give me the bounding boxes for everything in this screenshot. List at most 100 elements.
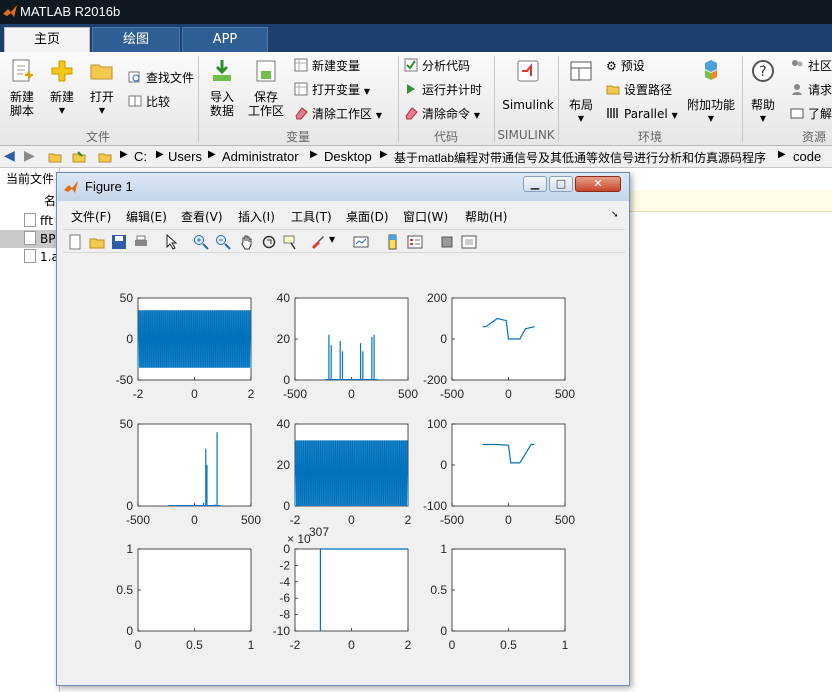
- path-segment[interactable]: Administrator: [222, 149, 299, 164]
- y-tick-label: 0: [126, 332, 133, 346]
- path-segment[interactable]: 基于matlab编程对带通信号及其低通等效信号进行分析和仿真源码程序: [394, 149, 766, 166]
- save-workspace-button[interactable]: 保存 工作区: [244, 58, 288, 118]
- matlab-logo-icon: [64, 181, 78, 193]
- community-button[interactable]: 社区: [790, 58, 832, 74]
- y-tick-label: 0: [283, 499, 290, 513]
- parallel-button[interactable]: Parallel ▼: [606, 106, 678, 124]
- colorbar-icon[interactable]: [385, 234, 401, 250]
- column-header-name[interactable]: 名: [44, 192, 56, 209]
- eraser-icon: [295, 107, 308, 120]
- parallel-label: Parallel: [624, 107, 668, 121]
- tab-home[interactable]: 主页: [4, 27, 90, 52]
- ribbon-separator: [398, 56, 399, 142]
- pan-hand-icon[interactable]: [239, 234, 255, 250]
- compare-button[interactable]: 比较: [128, 94, 170, 110]
- maximize-button[interactable]: □: [549, 176, 573, 192]
- print-icon[interactable]: [133, 234, 149, 250]
- preferences-button[interactable]: ⚙ 预设: [606, 58, 645, 74]
- new-figure-icon[interactable]: [67, 234, 83, 250]
- axes-6: [451, 423, 566, 507]
- y-tick-label: -2: [279, 558, 290, 572]
- close-button[interactable]: ✕: [575, 176, 621, 192]
- data-cursor-icon[interactable]: [283, 234, 299, 250]
- file-row[interactable]: 1.a: [0, 248, 60, 266]
- open-button[interactable]: 打开 ▼: [84, 58, 120, 118]
- request-support-button[interactable]: 请求: [790, 82, 832, 98]
- y-tick-label: -10: [273, 624, 291, 638]
- hide-plot-tools-icon[interactable]: [439, 234, 455, 250]
- app-titlebar: MATLAB R2016b: [0, 0, 832, 24]
- chevron-down-icon: ▼: [671, 111, 678, 120]
- zoom-out-icon[interactable]: [215, 234, 231, 250]
- subplot-grid[interactable]: -2 0 2-50050-500 0 50002040-500 0 500-2000200-…: [63, 255, 625, 681]
- menu-insert[interactable]: 插入(I): [238, 208, 275, 225]
- layout-button[interactable]: 布局 ▼: [564, 58, 598, 126]
- file-row[interactable]: BP: [0, 230, 60, 248]
- support-icon: [792, 84, 802, 95]
- minimize-button[interactable]: ▁: [523, 176, 547, 192]
- figure-menubar: 文件(F) 编辑(E) 查看(V) 插入(I) 工具(T) 桌面(D) 窗口(W…: [63, 205, 625, 227]
- simulink-button[interactable]: Simulink: [500, 58, 556, 112]
- axis-multiplier: × 10: [287, 532, 311, 546]
- figure-titlebar[interactable]: Figure 1 ▁ □ ✕: [57, 173, 629, 201]
- run-and-time-button[interactable]: 运行并计时: [404, 82, 482, 98]
- path-segment[interactable]: code: [793, 149, 821, 164]
- new-button[interactable]: 新建 ▼: [44, 58, 80, 118]
- series-fill: [296, 440, 407, 506]
- clear-workspace-button[interactable]: 清除工作区 ▼: [294, 106, 382, 124]
- y-tick-label: 0: [440, 332, 447, 346]
- menu-tools[interactable]: 工具(T): [291, 208, 332, 225]
- rotate-3d-icon[interactable]: [261, 234, 277, 250]
- close-icon: ✕: [593, 177, 603, 190]
- save-icon[interactable]: [111, 234, 127, 250]
- menu-desktop[interactable]: 桌面(D): [346, 208, 389, 225]
- open-file-icon[interactable]: [89, 234, 105, 250]
- tab-plots[interactable]: 绘图: [92, 27, 180, 52]
- add-ons-button[interactable]: 附加功能 ▼: [686, 58, 736, 126]
- open-variable-label: 打开变量: [312, 83, 361, 97]
- show-plot-tools-icon[interactable]: [461, 234, 477, 250]
- back-arrow-icon[interactable]: ◀: [4, 148, 15, 164]
- analyze-code-button[interactable]: 分析代码: [404, 58, 470, 74]
- legend-icon[interactable]: [407, 234, 423, 250]
- set-path-button[interactable]: 设置路径: [606, 82, 672, 98]
- browse-folder-icon[interactable]: [72, 150, 86, 164]
- path-separator-icon: ▶: [778, 149, 786, 160]
- menu-help[interactable]: 帮助(H): [465, 208, 507, 225]
- import-data-button[interactable]: 导入 数据: [204, 58, 240, 118]
- link-plot-icon[interactable]: [353, 234, 369, 250]
- zoom-in-icon[interactable]: [193, 234, 209, 250]
- learn-matlab-button[interactable]: 了解: [790, 106, 832, 122]
- x-tick-label: 0: [191, 513, 198, 527]
- gear-icon: ⚙: [606, 59, 617, 73]
- menu-edit[interactable]: 编辑(E): [126, 208, 167, 225]
- menu-view[interactable]: 查看(V): [181, 208, 223, 225]
- tab-apps[interactable]: APP: [182, 27, 268, 52]
- new-variable-button[interactable]: 新建变量: [294, 58, 360, 74]
- clear-commands-button[interactable]: 清除命令 ▼: [404, 106, 480, 124]
- set-path-label: 设置路径: [624, 83, 673, 97]
- x-tick-label: 2: [405, 513, 412, 527]
- menu-overflow-icon[interactable]: ➘: [611, 210, 619, 220]
- axes-4: [137, 423, 252, 507]
- x-tick-label: 500: [398, 387, 418, 401]
- path-segment[interactable]: Users: [168, 149, 202, 164]
- path-segment[interactable]: C:: [134, 149, 147, 164]
- help-button[interactable]: ? 帮助 ▼: [748, 58, 778, 126]
- menu-window[interactable]: 窗口(W): [403, 208, 448, 225]
- up-folder-icon[interactable]: [48, 150, 62, 164]
- forward-arrow-icon[interactable]: ▶: [24, 148, 35, 164]
- file-row[interactable]: fft: [0, 212, 60, 230]
- open-variable-button[interactable]: 打开变量 ▼: [294, 82, 370, 100]
- menu-file[interactable]: 文件(F): [71, 208, 111, 225]
- svg-text:?: ?: [759, 64, 766, 80]
- mfile-icon: [24, 231, 36, 245]
- y-tick-label: -50: [116, 373, 134, 387]
- path-segment[interactable]: Desktop: [324, 149, 372, 164]
- find-files-button[interactable]: 查找文件: [128, 70, 194, 86]
- new-script-button[interactable]: 新建 脚本: [4, 58, 40, 118]
- pointer-icon[interactable]: [163, 234, 179, 250]
- chevron-down-icon[interactable]: ▼: [329, 235, 335, 244]
- brush-icon[interactable]: [309, 234, 325, 250]
- group-label-simulink: SIMULINK: [497, 128, 555, 142]
